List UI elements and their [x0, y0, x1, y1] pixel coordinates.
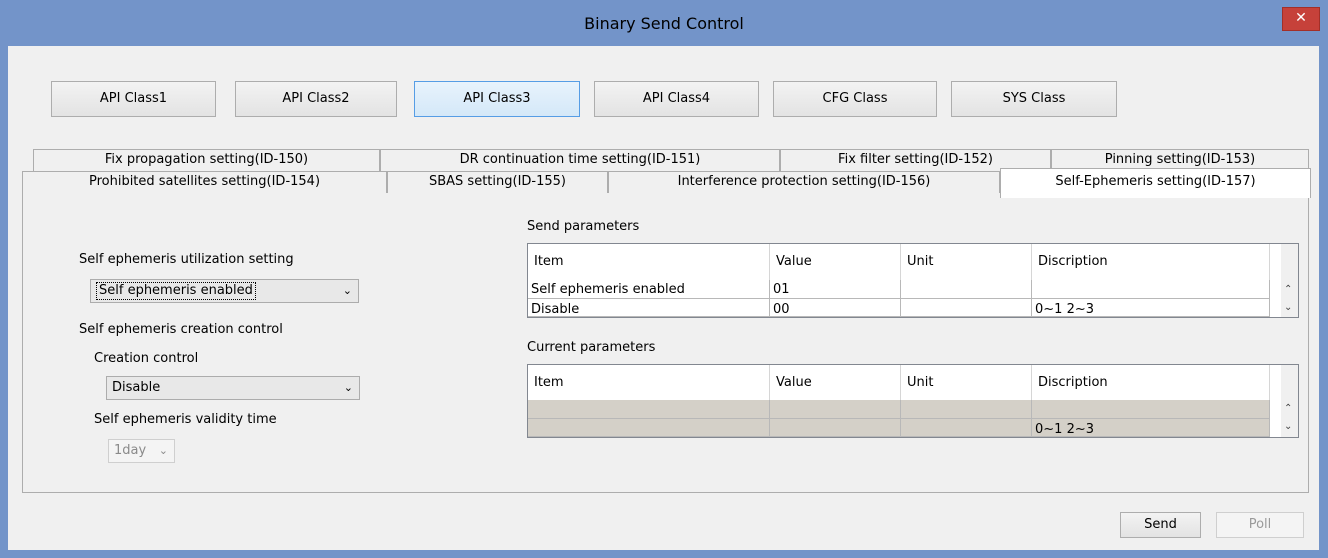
- api-class3-button[interactable]: API Class3: [414, 81, 580, 117]
- table-cell: [528, 419, 770, 437]
- window-title: Binary Send Control: [584, 14, 744, 33]
- table-cell[interactable]: [901, 299, 1032, 317]
- send-parameters-title: Send parameters: [527, 219, 640, 234]
- table-cell: [528, 400, 770, 419]
- creation-group-label: Self ephemeris creation control: [79, 322, 283, 337]
- column-header-description[interactable]: Discription: [1032, 244, 1270, 280]
- scroll-down-icon[interactable]: ⌄: [1284, 302, 1292, 313]
- sys-class-button[interactable]: SYS Class: [951, 81, 1117, 117]
- tab-self-ephemeris[interactable]: Self-Ephemeris setting(ID-157): [1000, 168, 1311, 198]
- creation-control-label: Creation control: [94, 351, 199, 366]
- validity-time-select[interactable]: 1day ⌄: [108, 439, 175, 463]
- table-cell: [901, 400, 1032, 419]
- column-header-unit[interactable]: Unit: [901, 365, 1032, 401]
- validity-time-value: 1day: [114, 443, 147, 458]
- vertical-scrollbar[interactable]: ⌃ ⌄: [1281, 365, 1298, 437]
- poll-button[interactable]: Poll: [1216, 512, 1304, 538]
- creation-control-select[interactable]: Disable ⌄: [106, 376, 360, 400]
- table-cell[interactable]: [1032, 280, 1270, 299]
- column-header-unit[interactable]: Unit: [901, 244, 1032, 280]
- utilization-select-value: Self ephemeris enabled: [96, 282, 256, 300]
- table-cell[interactable]: 0~1 2~3: [1032, 299, 1270, 317]
- current-parameters-grid[interactable]: Item Value Unit Discription 0~1 2~3 ⌃ ⌄: [527, 364, 1299, 438]
- tab-sbas[interactable]: SBAS setting(ID-155): [387, 171, 608, 193]
- table-cell: [1032, 400, 1270, 419]
- chevron-down-icon: ⌄: [158, 444, 168, 457]
- table-cell[interactable]: 00: [770, 299, 901, 317]
- api-class4-button[interactable]: API Class4: [594, 81, 759, 117]
- table-cell[interactable]: 01: [770, 280, 901, 299]
- column-header-description[interactable]: Discription: [1032, 365, 1270, 401]
- tab-fix-propagation[interactable]: Fix propagation setting(ID-150): [33, 149, 380, 171]
- table-cell: 0~1 2~3: [1032, 419, 1270, 437]
- creation-control-value: Disable: [112, 380, 161, 395]
- tab-interference-protection[interactable]: Interference protection setting(ID-156): [608, 171, 1000, 193]
- close-button[interactable]: ✕: [1282, 7, 1320, 31]
- cfg-class-button[interactable]: CFG Class: [773, 81, 937, 117]
- chevron-down-icon: ⌄: [342, 284, 352, 297]
- send-parameters-grid[interactable]: Item Value Unit Discription Self ephemer…: [527, 243, 1299, 318]
- send-button[interactable]: Send: [1120, 512, 1201, 538]
- table-cell: [770, 400, 901, 419]
- table-cell[interactable]: Disable: [528, 299, 770, 317]
- title-bar[interactable]: Binary Send Control ✕: [0, 0, 1328, 46]
- table-cell[interactable]: Self ephemeris enabled: [528, 280, 770, 299]
- self-ephemeris-panel: [22, 193, 1309, 493]
- table-cell: [770, 419, 901, 437]
- utilization-select[interactable]: Self ephemeris enabled ⌄: [90, 279, 359, 303]
- table-cell[interactable]: [901, 280, 1032, 299]
- current-parameters-title: Current parameters: [527, 340, 656, 355]
- scroll-up-icon[interactable]: ⌃: [1284, 403, 1292, 414]
- binary-send-control-window: Binary Send Control ✕ API Class1 API Cla…: [0, 0, 1328, 558]
- column-header-value[interactable]: Value: [770, 365, 901, 401]
- column-header-value[interactable]: Value: [770, 244, 901, 280]
- tab-dr-continuation[interactable]: DR continuation time setting(ID-151): [380, 149, 780, 171]
- vertical-scrollbar[interactable]: ⌃ ⌄: [1281, 244, 1298, 317]
- scroll-down-icon[interactable]: ⌄: [1284, 421, 1292, 432]
- table-cell: [901, 419, 1032, 437]
- validity-time-label: Self ephemeris validity time: [94, 412, 277, 427]
- tab-prohibited-satellites[interactable]: Prohibited satellites setting(ID-154): [22, 171, 387, 193]
- api-class1-button[interactable]: API Class1: [51, 81, 216, 117]
- column-header-item[interactable]: Item: [528, 365, 770, 401]
- column-header-item[interactable]: Item: [528, 244, 770, 280]
- scroll-up-icon[interactable]: ⌃: [1284, 284, 1292, 295]
- chevron-down-icon: ⌄: [343, 381, 353, 394]
- api-class2-button[interactable]: API Class2: [235, 81, 397, 117]
- utilization-setting-label: Self ephemeris utilization setting: [79, 252, 294, 267]
